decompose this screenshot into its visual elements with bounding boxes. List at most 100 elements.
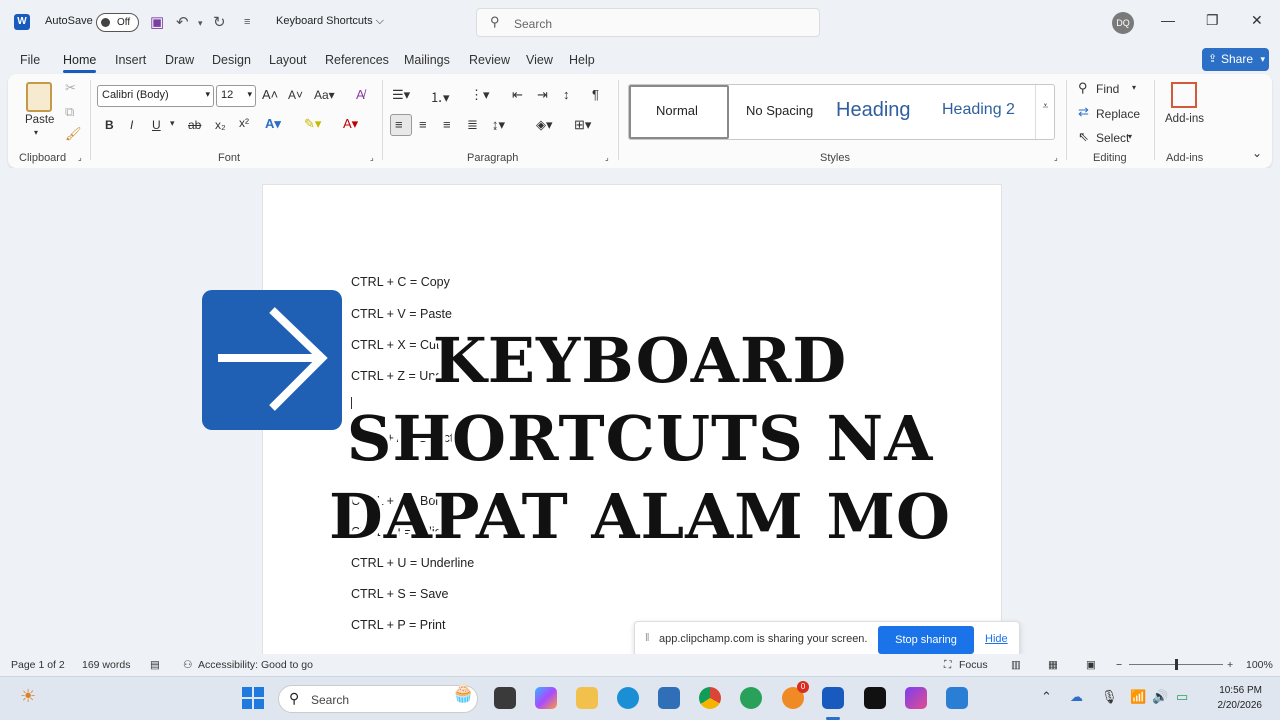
chrome-icon[interactable] (699, 687, 721, 709)
shading-icon[interactable]: ◈▾ (536, 117, 553, 133)
search-highlight-icon[interactable]: 🧁 (452, 683, 474, 704)
document-title[interactable]: Keyboard Shortcuts ⌵ (276, 15, 384, 28)
font-size-select[interactable]: 12 ▾ (216, 85, 256, 107)
strikethrough-icon[interactable]: ab (188, 118, 201, 132)
hide-link[interactable]: Hide (985, 633, 1008, 645)
multilevel-list-icon[interactable]: ⋮▾ (470, 87, 490, 103)
clipchamp-icon[interactable] (905, 687, 927, 709)
borders-icon[interactable]: ⊞▾ (574, 117, 591, 133)
underline-dropdown-icon[interactable]: ▾ (170, 118, 175, 129)
print-layout-icon[interactable]: ▦ (1048, 659, 1058, 671)
file-explorer-icon[interactable] (576, 687, 598, 709)
cut-icon[interactable]: ✂ (65, 80, 76, 96)
copy-icon[interactable]: ⧉ (65, 104, 74, 120)
capcut-icon[interactable] (864, 687, 886, 709)
tab-layout[interactable]: Layout (269, 53, 307, 67)
line-spacing-icon[interactable]: ↨▾ (492, 117, 505, 133)
undo-icon[interactable]: ↶ (176, 13, 189, 31)
tab-mailings[interactable]: Mailings (404, 53, 450, 67)
tab-insert[interactable]: Insert (115, 53, 146, 67)
italic-icon[interactable]: I (130, 118, 133, 132)
focus-button[interactable]: Focus (959, 659, 988, 671)
highlight-icon[interactable]: ✎▾ (304, 116, 321, 132)
volume-icon[interactable]: 🔊 (1152, 689, 1168, 705)
zoom-level[interactable]: 100% (1246, 659, 1273, 671)
read-mode-icon[interactable]: ▥ (1011, 659, 1021, 671)
zoom-in-icon[interactable]: + (1227, 659, 1233, 671)
style-heading-2[interactable]: Heading 2 (942, 101, 1015, 119)
addins-icon[interactable] (1171, 82, 1197, 108)
clipboard-launcher-icon[interactable]: ⌟ (78, 153, 82, 162)
document-line[interactable]: CTRL + C = Copy (351, 275, 450, 289)
underline-icon[interactable]: U (152, 118, 161, 132)
replace-button[interactable]: Replace (1096, 107, 1140, 121)
font-name-select[interactable]: Calibri (Body) ▾ (97, 85, 214, 107)
save-icon[interactable]: ▣ (150, 13, 164, 31)
restore-icon[interactable]: ❐ (1206, 12, 1219, 29)
tab-draw[interactable]: Draw (165, 53, 194, 67)
paragraph-launcher-icon[interactable]: ⌟ (605, 153, 609, 162)
minimize-icon[interactable]: — (1161, 12, 1175, 28)
share-button[interactable]: ⇪ Share ▾ (1202, 48, 1269, 71)
select-dropdown-icon[interactable]: ▾ (1128, 132, 1132, 141)
tab-review[interactable]: Review (469, 53, 510, 67)
redo-icon[interactable]: ↻ (213, 13, 226, 31)
align-right-icon[interactable]: ≡ (443, 117, 451, 132)
app-icon[interactable] (740, 687, 762, 709)
style-no-spacing[interactable]: No Spacing (746, 103, 813, 118)
stop-sharing-button[interactable]: Stop sharing (878, 626, 974, 654)
addins-button[interactable]: Add-ins (1165, 113, 1204, 125)
sort-icon[interactable]: ↕ (563, 87, 570, 102)
clear-formatting-icon[interactable]: A̸ (356, 87, 365, 102)
font-color-icon[interactable]: A▾ (343, 116, 358, 132)
wifi-icon[interactable]: 📶 (1130, 689, 1146, 705)
close-icon[interactable]: ✕ (1251, 12, 1263, 29)
screen-capture-icon[interactable] (946, 687, 968, 709)
drag-handle-icon[interactable]: ‖ (645, 632, 650, 644)
tab-references[interactable]: References (325, 53, 389, 67)
find-button[interactable]: Find (1096, 82, 1119, 96)
document-line[interactable]: CTRL + P = Print (351, 618, 445, 632)
page-count[interactable]: Page 1 of 2 (11, 659, 65, 671)
bold-icon[interactable]: B (105, 118, 114, 132)
change-case-icon[interactable]: Aa▾ (314, 88, 335, 102)
tab-home[interactable]: Home (63, 53, 97, 73)
store-icon[interactable] (658, 687, 680, 709)
tab-file[interactable]: File (20, 53, 40, 67)
document-line[interactable]: CTRL + U = Underline (351, 556, 474, 570)
font-launcher-icon[interactable]: ⌟ (370, 153, 374, 162)
search-box[interactable]: ⚲ Search (476, 8, 820, 37)
format-painter-icon[interactable]: 🖌 (65, 126, 82, 142)
windows-start-icon[interactable] (242, 687, 264, 709)
chevron-up-icon[interactable]: ⌃ (1041, 689, 1052, 705)
justify-icon[interactable]: ≣ (467, 117, 478, 133)
customize-qat-icon[interactable]: ≡ (244, 16, 250, 28)
text-effects-icon[interactable]: A▾ (265, 116, 281, 132)
collapse-ribbon-icon[interactable]: ⌄ (1252, 146, 1262, 160)
zoom-out-icon[interactable]: − (1116, 659, 1122, 671)
copilot-icon[interactable] (535, 687, 557, 709)
show-formatting-icon[interactable]: ¶ (592, 87, 599, 102)
style-normal[interactable]: Normal (629, 85, 729, 139)
styles-more-icon[interactable]: ⩡ (1035, 85, 1055, 139)
security-icon[interactable]: ☁ (1070, 689, 1083, 705)
paste-button[interactable]: Paste (25, 114, 54, 126)
tab-design[interactable]: Design (212, 53, 251, 67)
grow-font-icon[interactable]: A˄ (262, 87, 278, 102)
paste-icon[interactable] (26, 82, 52, 112)
increase-indent-icon[interactable]: ⇥ (537, 87, 548, 103)
tab-view[interactable]: View (526, 53, 553, 67)
find-dropdown-icon[interactable]: ▾ (1132, 83, 1136, 92)
paste-dropdown-icon[interactable]: ▾ (34, 128, 38, 137)
style-heading[interactable]: Heading (836, 99, 911, 122)
shrink-font-icon[interactable]: A˅ (288, 88, 303, 102)
microphone-icon[interactable]: 🎙 (1101, 689, 1118, 705)
tab-help[interactable]: Help (569, 53, 595, 67)
word-taskbar-icon[interactable] (822, 687, 844, 709)
widgets-icon[interactable]: ☀ (20, 686, 36, 707)
taskbar-search[interactable]: ⚲ Search (278, 685, 478, 713)
avatar[interactable]: DQ (1112, 12, 1134, 34)
decrease-indent-icon[interactable]: ⇤ (512, 87, 523, 103)
accessibility-status[interactable]: Accessibility: Good to go (198, 659, 313, 671)
zoom-slider-thumb[interactable] (1175, 659, 1178, 670)
